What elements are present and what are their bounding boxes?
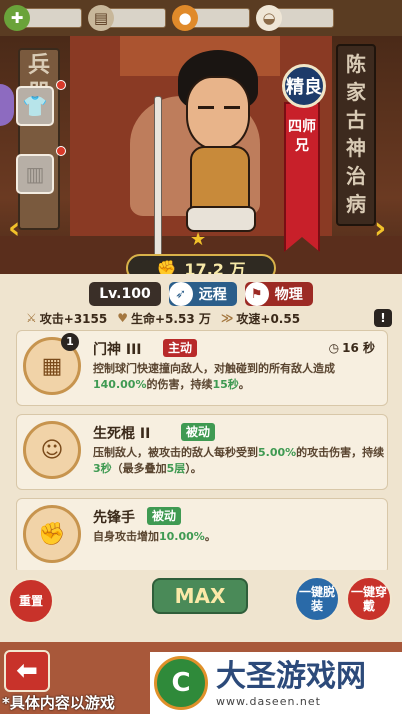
skill-desc-text: （最多叠加: [111, 462, 167, 475]
pants-icon: ▥: [25, 162, 45, 186]
skill-card[interactable]: ☺ 生死棍 II 被动 压制敌人，被攻击的敌人每秒受到5.00%的攻击伤害，持续…: [16, 414, 388, 490]
hero-face: [186, 76, 250, 150]
side-tab[interactable]: [0, 84, 14, 126]
skill-desc-text: 的攻击伤害，持续: [296, 446, 385, 459]
hero-name: 四师兄: [284, 102, 320, 252]
skill-type-passive: 被动: [181, 423, 216, 441]
plus-cross-icon: ✚: [4, 5, 30, 31]
skill-name: 生死棍 II: [93, 426, 151, 442]
skill-desc-value: 5层: [166, 462, 186, 475]
skill-desc-value: 15秒: [212, 378, 239, 391]
quality-badge: 精良: [282, 64, 326, 108]
bag-icon: ●: [172, 5, 198, 31]
skill-description: 压制敌人，被攻击的敌人每秒受到5.00%的攻击伤害，持续 3秒（最多叠加5层）。: [93, 445, 385, 477]
equip-slot-top[interactable]: 👕: [16, 86, 54, 126]
attack-icon: ⚔: [26, 311, 37, 325]
hero-stage: 兵器 陈家古神治病 👕 ▥ 精良 四师兄 ‹ › ★ ✊ 17.2 万: [0, 36, 402, 306]
skill-type-active: 主动: [163, 339, 198, 357]
speed-stat: ≫ 攻速+0.55: [221, 310, 300, 327]
hero-tags: Lv.100 ➶ 远程 ⚑ 物理: [0, 280, 402, 308]
range-tag-label: 远程: [198, 287, 227, 303]
damage-tag: ⚑ 物理: [244, 282, 313, 306]
skill-level-badge: 1: [61, 333, 79, 351]
attack-stat-value: 攻击+3155: [39, 311, 108, 326]
unequip-all-button[interactable]: 一键脱装: [294, 576, 340, 622]
watermark-url: www.daseen.net: [216, 694, 321, 708]
hero-character[interactable]: [148, 46, 278, 276]
watermark-title: 大圣游戏网: [216, 658, 366, 694]
equip-top-alert-dot: [56, 80, 66, 90]
stat-row: ⚔ 攻击+3155 ♥ 生命+5.53 万 ≫ 攻速+0.55: [0, 308, 402, 328]
equip-slot-bottom[interactable]: ▥: [16, 154, 54, 194]
hero-staff: [154, 96, 162, 276]
damage-tag-label: 物理: [274, 287, 303, 303]
range-tag: ➶ 远程: [168, 282, 237, 306]
skill-headband-icon: ☺: [23, 421, 81, 479]
bun-icon: ◒: [256, 5, 282, 31]
watermark-text: 大圣游戏网 www.daseen.net: [216, 659, 366, 708]
right-sign-text: 陈家古神治病: [346, 52, 366, 216]
shirt-icon: 👕: [22, 94, 48, 118]
star-icon: ★: [190, 229, 207, 250]
skill-desc-value: 140.00%: [93, 378, 147, 391]
next-hero-arrow[interactable]: ›: [374, 214, 394, 244]
scroll-icon: ▤: [88, 5, 114, 31]
skill-desc-value: 10.00%: [159, 530, 205, 543]
hero-eye-right: [224, 106, 240, 109]
skill-desc-text: 压制敌人，被攻击的敌人每秒受到: [93, 446, 258, 459]
speed-stat-value: 攻速+0.55: [236, 311, 301, 326]
skill-desc-value: 5.00%: [258, 446, 297, 459]
hero-eye-left: [198, 106, 214, 109]
skill-cooldown-value: 16 秒: [342, 341, 375, 355]
skill-name: 门神 III: [93, 342, 142, 358]
level-badge: Lv.100: [89, 282, 161, 306]
skill-description: 自身攻击增加10.00%。: [93, 529, 385, 545]
skill-card[interactable]: ✊ 先锋手 被动 自身攻击增加10.00%。: [16, 498, 388, 570]
attack-stat: ⚔ 攻击+3155: [26, 310, 107, 327]
skill-desc-text: 的伤害，持续: [146, 378, 213, 391]
speed-icon: ≫: [220, 311, 234, 325]
hp-stat: ♥ 生命+5.53 万: [117, 310, 211, 327]
watermark-logo-icon: C: [154, 656, 208, 710]
watermark: C 大圣游戏网 www.daseen.net: [150, 652, 402, 714]
heart-icon: ♥: [117, 311, 128, 325]
resource-3[interactable]: ●: [172, 5, 250, 31]
resource-1[interactable]: ✚: [4, 5, 82, 31]
back-arrow-icon[interactable]: ⬅: [4, 650, 50, 692]
disclaimer-text: *具体内容以游戏: [2, 694, 115, 712]
skill-desc-value: 3秒: [93, 462, 112, 475]
skill-cooldown: ◷ 16 秒: [329, 339, 375, 356]
skill-desc-text: 自身攻击增加: [93, 530, 159, 543]
skill-arm-icon: ✊: [23, 505, 81, 563]
skill-desc-text: 控制球门快速撞向敌人，对触碰到的所有敌人造成: [93, 362, 335, 375]
skill-type-passive: 被动: [147, 507, 182, 525]
resource-4[interactable]: ◒: [256, 5, 334, 31]
skill-desc-text: 。: [204, 530, 216, 543]
wear-all-button[interactable]: 一键穿戴: [346, 576, 392, 622]
hp-stat-value: 生命+5.53 万: [131, 311, 211, 326]
skill-desc-text: 。: [238, 378, 250, 391]
skill-desc-text: ）。: [185, 462, 202, 475]
help-icon[interactable]: !: [374, 309, 392, 327]
skill-card[interactable]: ▦ 1 门神 III 主动 ◷ 16 秒 控制球门快速撞向敌人，对触碰到的所有敌…: [16, 330, 388, 406]
resource-2[interactable]: ▤: [88, 5, 166, 31]
skill-name: 先锋手: [93, 510, 135, 526]
skill-description: 控制球门快速撞向敌人，对触碰到的所有敌人造成 140.00%的伤害，持续15秒。: [93, 361, 385, 393]
fist-icon: ⚑: [244, 282, 269, 306]
clock-icon: ◷: [328, 340, 340, 355]
prev-hero-arrow[interactable]: ‹: [8, 214, 28, 244]
equip-bottom-alert-dot: [56, 146, 66, 156]
max-button[interactable]: MAX: [152, 578, 248, 614]
resource-bar: ✚ ▤ ● ◒: [0, 0, 402, 36]
skill-list[interactable]: ▦ 1 门神 III 主动 ◷ 16 秒 控制球门快速撞向敌人，对触碰到的所有敌…: [16, 330, 388, 570]
bow-icon: ➶: [168, 282, 193, 306]
reset-button[interactable]: 重置: [8, 578, 54, 624]
